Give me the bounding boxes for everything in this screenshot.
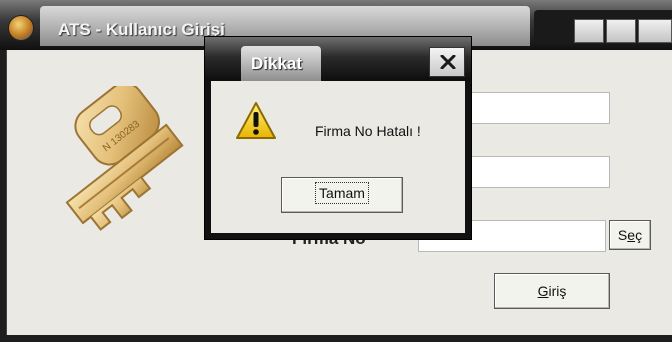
- dialog-titlebar[interactable]: Dikkat: [205, 37, 471, 81]
- window-close-button[interactable]: [638, 19, 672, 43]
- sec-button-suffix: ç: [635, 227, 643, 243]
- tamam-button-label: Tamam: [315, 182, 369, 204]
- dialog-message: Firma No Hatalı !: [315, 123, 421, 139]
- alert-dialog: Dikkat Firma No Hatalı ! Tamam: [204, 36, 472, 240]
- maximize-button[interactable]: [606, 19, 636, 43]
- giris-button-accel: G: [537, 283, 549, 299]
- close-icon: [440, 55, 456, 69]
- giris-button[interactable]: Giriş: [494, 273, 610, 309]
- sec-button[interactable]: Seç: [609, 220, 651, 250]
- sec-button-accel: e: [627, 227, 636, 243]
- key-icon: N 130283: [65, 86, 184, 231]
- dialog-body: Firma No Hatalı ! Tamam: [211, 81, 465, 233]
- dialog-title: Dikkat: [251, 54, 303, 73]
- dialog-close-button[interactable]: [429, 47, 465, 77]
- warning-icon: [236, 102, 276, 139]
- tamam-button[interactable]: Tamam: [281, 177, 403, 213]
- minimize-button[interactable]: [574, 19, 604, 43]
- app-icon[interactable]: [8, 15, 34, 41]
- window-title: ATS - Kullanıcı Girişi: [58, 20, 225, 39]
- sec-button-prefix: S: [617, 227, 628, 243]
- giris-button-suffix: iriş: [548, 283, 567, 299]
- window-controls: [534, 10, 672, 44]
